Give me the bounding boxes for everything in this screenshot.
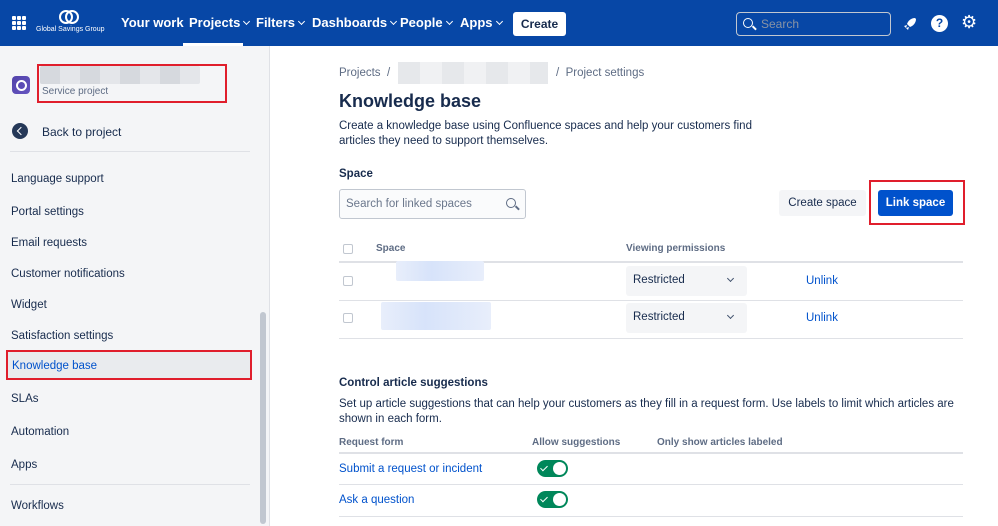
- column-header-allow-suggestions: Allow suggestions: [532, 437, 621, 448]
- sidebar-item-workflows[interactable]: Workflows: [11, 500, 64, 512]
- global-search-input[interactable]: Search: [736, 12, 891, 36]
- breadcrumb-separator: /: [387, 67, 391, 79]
- chevron-down-icon: [297, 17, 306, 26]
- row-divider: [339, 300, 963, 301]
- create-button[interactable]: Create: [513, 12, 566, 36]
- row-divider: [339, 338, 963, 339]
- chevron-down-icon: [243, 17, 251, 26]
- allow-suggestions-toggle[interactable]: [537, 491, 568, 508]
- viewing-permission-select[interactable]: Restricted: [626, 266, 747, 296]
- nav-apps[interactable]: Apps: [460, 15, 503, 30]
- project-highlight-box: [37, 64, 227, 103]
- suggestions-description: Set up article suggestions that can help…: [339, 398, 954, 425]
- viewing-permission-select[interactable]: Restricted: [626, 303, 747, 333]
- column-header-space: Space: [376, 243, 406, 254]
- suggestions-section-heading: Control article suggestions: [339, 377, 488, 389]
- table-header-divider: [339, 452, 963, 454]
- allow-suggestions-toggle[interactable]: [537, 460, 568, 477]
- sidebar-item-portal-settings[interactable]: Portal settings: [11, 206, 84, 218]
- nav-filters[interactable]: Filters: [256, 15, 306, 30]
- unlink-button[interactable]: Unlink: [806, 312, 838, 324]
- check-icon: [540, 463, 548, 472]
- search-placeholder: Search: [761, 17, 800, 31]
- row-checkbox[interactable]: [343, 276, 353, 286]
- back-to-project-link[interactable]: Back to project: [12, 122, 252, 142]
- gear-icon[interactable]: ⚙: [961, 13, 979, 31]
- chevron-down-icon: [390, 17, 398, 26]
- sidebar-item-customer-notifications[interactable]: Customer notifications: [11, 268, 125, 280]
- chevron-down-icon: [495, 17, 503, 26]
- toggle-knob: [553, 462, 566, 475]
- sidebar-item-slas[interactable]: SLAs: [11, 393, 39, 405]
- sidebar: Service project Back to project Language…: [0, 46, 270, 526]
- breadcrumb-project-settings[interactable]: / Project settings: [556, 67, 644, 79]
- link-space-button[interactable]: Link space: [878, 190, 953, 216]
- linked-spaces-search-placeholder: Search for linked spaces: [346, 198, 472, 210]
- arrow-left-icon: [12, 123, 28, 139]
- chevron-down-icon: [726, 311, 735, 320]
- row-checkbox[interactable]: [343, 313, 353, 323]
- nav-projects[interactable]: Projects: [189, 15, 251, 30]
- rocket-icon[interactable]: [901, 15, 919, 33]
- sidebar-item-knowledge-base[interactable]: Knowledge base: [6, 350, 252, 380]
- space-name-redacted[interactable]: [381, 302, 491, 330]
- request-form-link[interactable]: Ask a question: [339, 494, 414, 506]
- chevron-down-icon: [445, 17, 453, 26]
- sidebar-scrollbar-thumb[interactable]: [260, 312, 266, 524]
- sidebar-item-apps[interactable]: Apps: [11, 459, 37, 471]
- space-name-redacted[interactable]: [396, 261, 484, 281]
- row-divider: [339, 516, 963, 517]
- check-icon: [540, 494, 548, 503]
- toggle-knob: [553, 493, 566, 506]
- company-logo[interactable]: Global Savings Group: [36, 9, 105, 37]
- create-space-button[interactable]: Create space: [779, 190, 866, 216]
- top-navigation: Global Savings Group Your work Projects …: [0, 0, 998, 46]
- nav-your-work[interactable]: Your work: [121, 15, 184, 30]
- apps-grid-icon[interactable]: [12, 16, 26, 30]
- nav-dashboards[interactable]: Dashboards: [312, 15, 398, 30]
- column-header-request-form: Request form: [339, 437, 404, 448]
- row-divider: [339, 484, 963, 485]
- help-icon[interactable]: ?: [931, 15, 948, 32]
- sidebar-divider: [10, 151, 250, 152]
- viewing-permission-value: Restricted: [633, 311, 685, 323]
- back-to-project-label: Back to project: [42, 125, 122, 139]
- sidebar-divider: [10, 484, 250, 485]
- sidebar-item-automation[interactable]: Automation: [11, 426, 69, 438]
- page-title: Knowledge base: [339, 91, 482, 111]
- sidebar-item-widget[interactable]: Widget: [11, 299, 47, 311]
- request-form-link[interactable]: Submit a request or incident: [339, 463, 482, 475]
- search-icon: [743, 18, 753, 28]
- sidebar-item-label: Knowledge base: [12, 360, 98, 372]
- linked-spaces-search-input[interactable]: Search for linked spaces: [339, 189, 526, 219]
- chevron-down-icon: [726, 274, 735, 283]
- search-icon: [506, 198, 516, 208]
- sidebar-item-email-requests[interactable]: Email requests: [11, 237, 87, 249]
- logo-text: Global Savings Group: [36, 26, 105, 33]
- nav-people[interactable]: People: [400, 15, 453, 30]
- column-header-only-show-labeled: Only show articles labeled: [657, 437, 783, 448]
- sidebar-item-satisfaction-settings[interactable]: Satisfaction settings: [11, 330, 113, 342]
- project-avatar-icon[interactable]: [12, 76, 30, 94]
- unlink-button[interactable]: Unlink: [806, 275, 838, 287]
- breadcrumb-projects[interactable]: Projects: [339, 67, 381, 79]
- breadcrumb-project-redacted[interactable]: [398, 62, 548, 84]
- column-header-viewing-permissions: Viewing permissions: [626, 243, 726, 254]
- logo-mark-icon: [59, 9, 79, 24]
- sidebar-item-language-support[interactable]: Language support: [11, 173, 104, 185]
- page-description: Create a knowledge base using Confluence…: [339, 120, 752, 147]
- viewing-permission-value: Restricted: [633, 274, 685, 286]
- select-all-checkbox[interactable]: [343, 244, 353, 254]
- space-section-heading: Space: [339, 168, 373, 180]
